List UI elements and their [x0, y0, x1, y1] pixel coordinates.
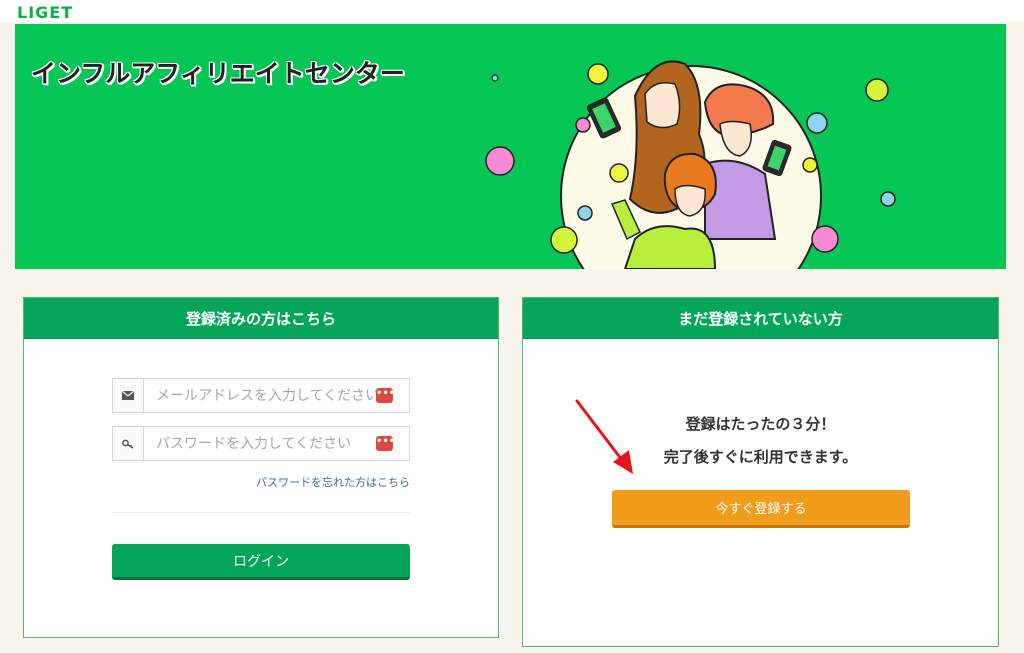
red-arrow-icon — [575, 399, 633, 474]
login-card: 登録済みの方はこちら ••• ••• パスワードを忘れた方はこちら ログイン — [23, 297, 499, 638]
hero-banner: インフルアフィリエイトセンター — [15, 24, 1006, 269]
login-card-title: 登録済みの方はこちら — [185, 309, 336, 328]
divider — [112, 512, 410, 513]
password-manager-icon[interactable]: ••• — [376, 388, 395, 403]
hero-title: インフルアフィリエイトセンター — [31, 59, 405, 88]
login-button[interactable]: ログイン — [112, 544, 410, 580]
email-input-group: ••• — [112, 378, 410, 413]
password-manager-icon[interactable]: ••• — [376, 436, 395, 451]
login-card-header: 登録済みの方はこちら — [24, 298, 498, 339]
register-card-header: まだ登録されていない方 — [523, 298, 998, 339]
liget-logo[interactable]: LIGET — [17, 3, 73, 22]
key-icon — [113, 427, 144, 460]
forgot-password-link[interactable]: パスワードを忘れた方はこちら — [256, 474, 410, 490]
register-card-title: まだ登録されていない方 — [678, 309, 843, 328]
top-bar: LIGET — [0, 0, 1024, 22]
envelope-icon — [113, 379, 144, 412]
email-input[interactable] — [144, 379, 409, 412]
password-input[interactable] — [144, 427, 409, 460]
register-now-button[interactable]: 今すぐ登録する — [612, 490, 910, 528]
password-input-group: ••• — [112, 426, 410, 461]
